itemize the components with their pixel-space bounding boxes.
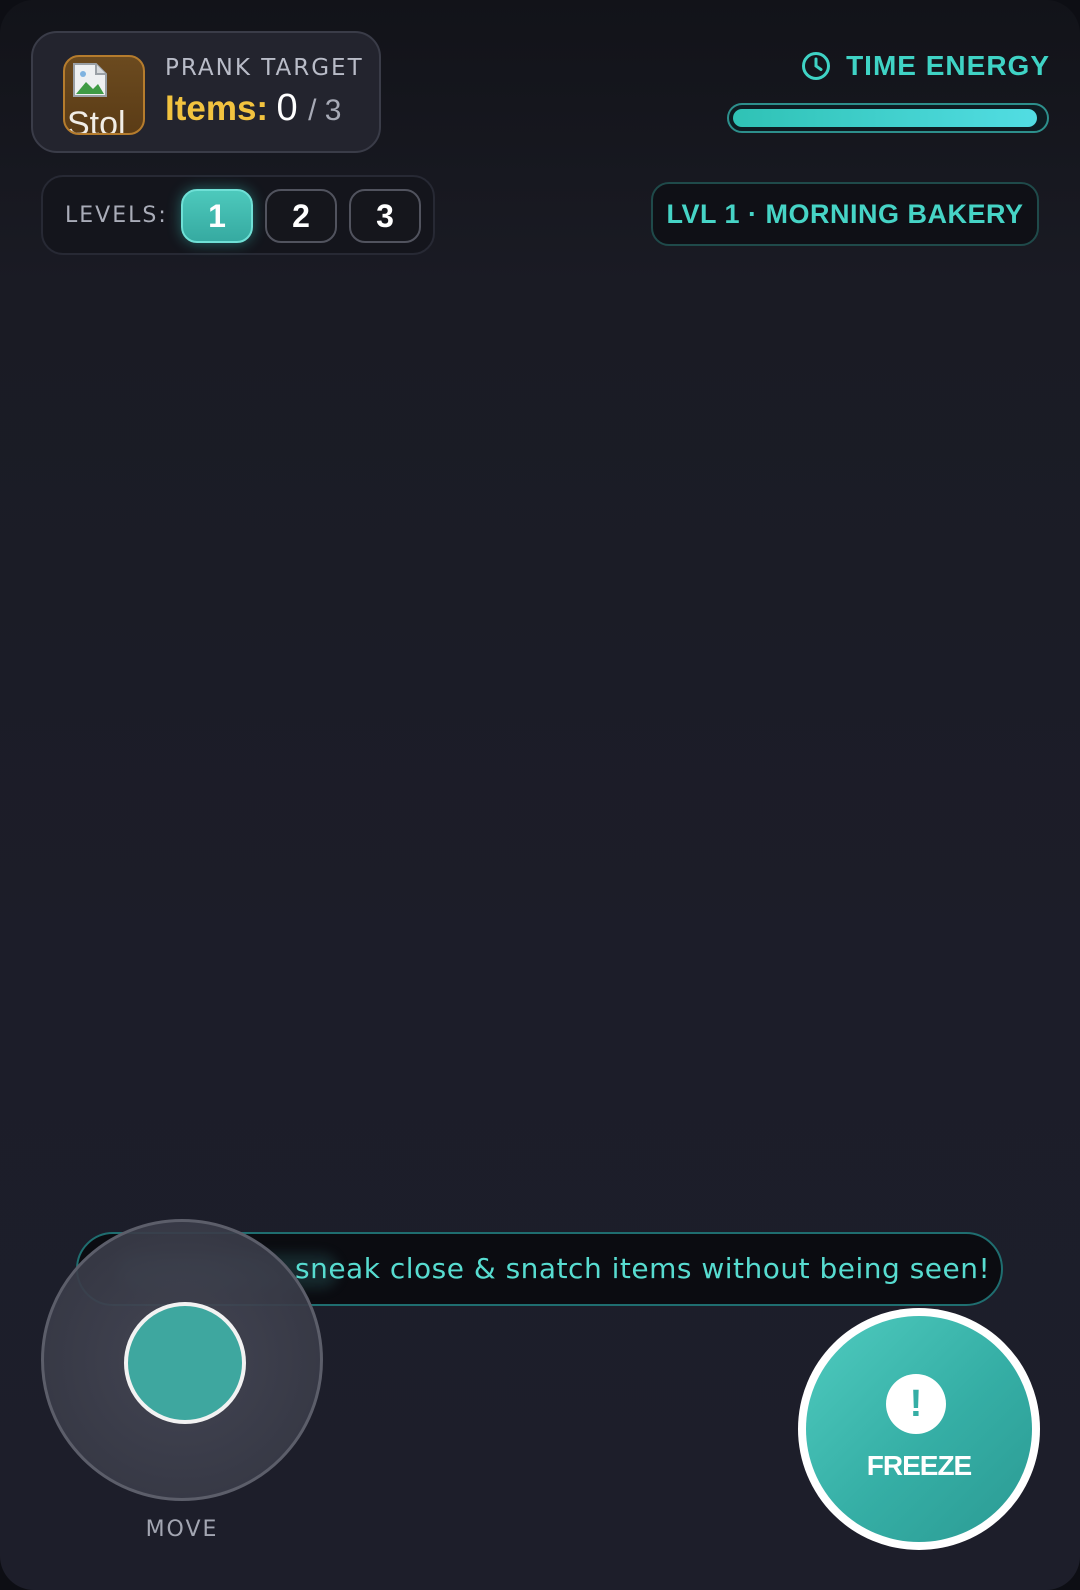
level-selector: LEVELS: 1 2 3 bbox=[41, 175, 435, 255]
game-screen: Stol PRANK TARGET Items: 0 / 3 TIME ENER… bbox=[0, 0, 1080, 1590]
items-total: / 3 bbox=[308, 94, 342, 127]
move-label: MOVE bbox=[145, 1517, 219, 1542]
joystick-knob[interactable] bbox=[124, 1302, 246, 1424]
level-2-button[interactable]: 2 bbox=[265, 189, 337, 243]
level-1-button[interactable]: 1 bbox=[181, 189, 253, 243]
level-3-button[interactable]: 3 bbox=[349, 189, 421, 243]
target-item-thumbnail: Stol bbox=[63, 55, 145, 135]
prank-target-title: PRANK TARGET bbox=[165, 55, 364, 81]
thumbnail-alt-text: Stol bbox=[67, 105, 126, 135]
levels-label: LEVELS: bbox=[65, 203, 168, 228]
time-energy-bar bbox=[727, 103, 1049, 133]
items-count: 0 bbox=[276, 87, 298, 129]
items-counter: Items: 0 / 3 bbox=[165, 87, 342, 130]
time-energy-label: TIME ENERGY bbox=[846, 50, 1050, 81]
freeze-button[interactable]: ! FREEZE bbox=[798, 1308, 1040, 1550]
freeze-button-face: ! FREEZE bbox=[806, 1316, 1032, 1542]
clock-icon bbox=[802, 52, 831, 80]
move-joystick[interactable] bbox=[41, 1219, 323, 1501]
prank-target-card: Stol PRANK TARGET Items: 0 / 3 bbox=[31, 31, 381, 153]
time-energy-fill bbox=[733, 109, 1037, 127]
exclamation-icon: ! bbox=[886, 1374, 946, 1434]
hint-text: sneak close & snatch items without being… bbox=[295, 1252, 991, 1285]
current-level-badge: LVL 1 · MORNING BAKERY bbox=[651, 182, 1039, 246]
time-energy-header: TIME ENERGY bbox=[800, 50, 1050, 82]
broken-image-icon bbox=[73, 63, 107, 97]
freeze-label: FREEZE bbox=[866, 1450, 972, 1481]
items-label: Items: bbox=[165, 89, 269, 128]
